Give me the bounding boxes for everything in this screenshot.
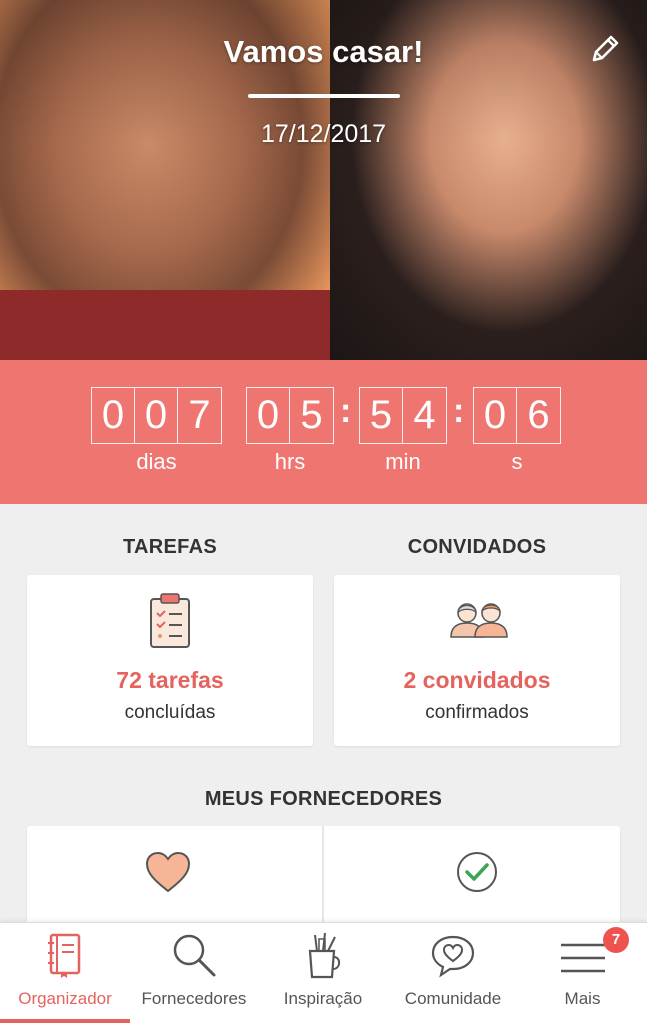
hours-label: hrs (274, 449, 306, 474)
notebook-icon (48, 933, 81, 978)
nav-comunidade-label: Comunidade (404, 989, 502, 1008)
guests-section-title: CONVIDADOS (407, 536, 547, 558)
time-separator: : (340, 392, 352, 430)
wedding-date: 17/12/2017 (260, 120, 387, 148)
minutes-digits: 5 4 (359, 387, 447, 444)
edit-pencil-icon[interactable] (588, 32, 622, 66)
days-digits: 0 0 7 (91, 387, 222, 444)
tasks-section-title: TAREFAS (123, 536, 217, 558)
minutes-digit: 4 (413, 393, 436, 437)
menu-icon (560, 943, 605, 973)
heart-icon[interactable] (144, 850, 192, 894)
tasks-card[interactable]: 72 tarefas concluídas (27, 575, 313, 746)
tasks-status: concluídas (124, 702, 216, 723)
seconds-digit: 6 (527, 393, 550, 437)
days-digit: 0 (135, 388, 178, 443)
search-icon (173, 934, 216, 977)
hours-digit: 0 (247, 388, 290, 443)
guests-card[interactable]: 2 convidados confirmados (334, 575, 620, 746)
tasks-count: 72 tarefas (116, 667, 224, 693)
days-digit: 7 (188, 393, 211, 437)
nav-organizador[interactable]: Organizador (0, 923, 130, 1024)
chat-heart-icon (431, 935, 475, 978)
seconds-digits: 0 6 (473, 387, 561, 444)
bottom-navigation: Organizador Fornecedores Inspiração Comu… (0, 922, 647, 1024)
vendors-section-title: MEUS FORNECEDORES (204, 788, 443, 810)
guests-status: confirmados (425, 702, 529, 723)
nav-inspiracao-label: Inspiração (283, 989, 363, 1008)
clipboard-checklist-icon (148, 591, 192, 649)
vendors-card (27, 826, 620, 936)
hours-digit: 5 (300, 393, 323, 437)
minutes-label: min (385, 449, 421, 474)
nav-mais-label: Mais (564, 989, 601, 1008)
time-separator: : (453, 392, 465, 430)
guests-count: 2 convidados (403, 667, 551, 693)
pencil-cup-icon (308, 932, 341, 979)
vendors-divider (322, 826, 324, 936)
notification-badge: 7 (603, 927, 629, 953)
hours-digits: 0 5 (246, 387, 334, 444)
couple-icon (447, 599, 509, 639)
page-title: Vamos casar! (223, 34, 424, 69)
seconds-digit: 0 (474, 388, 517, 443)
active-tab-indicator (0, 1019, 130, 1023)
nav-comunidade[interactable]: Comunidade (388, 923, 518, 1024)
minutes-digit: 5 (360, 388, 403, 443)
nav-fornecedores-label: Fornecedores (141, 989, 247, 1008)
nav-fornecedores[interactable]: Fornecedores (130, 923, 258, 1024)
days-label: dias (136, 449, 177, 474)
nav-organizador-label: Organizador (18, 989, 112, 1008)
nav-inspiracao[interactable]: Inspiração (258, 923, 388, 1024)
check-circle-icon[interactable] (455, 850, 499, 894)
days-digit: 0 (92, 388, 135, 443)
seconds-label: s (511, 449, 523, 474)
countdown-bar: 0 0 7 0 5 : 5 4 : 0 6 dias hrs min s (0, 360, 647, 504)
title-divider (248, 94, 400, 98)
